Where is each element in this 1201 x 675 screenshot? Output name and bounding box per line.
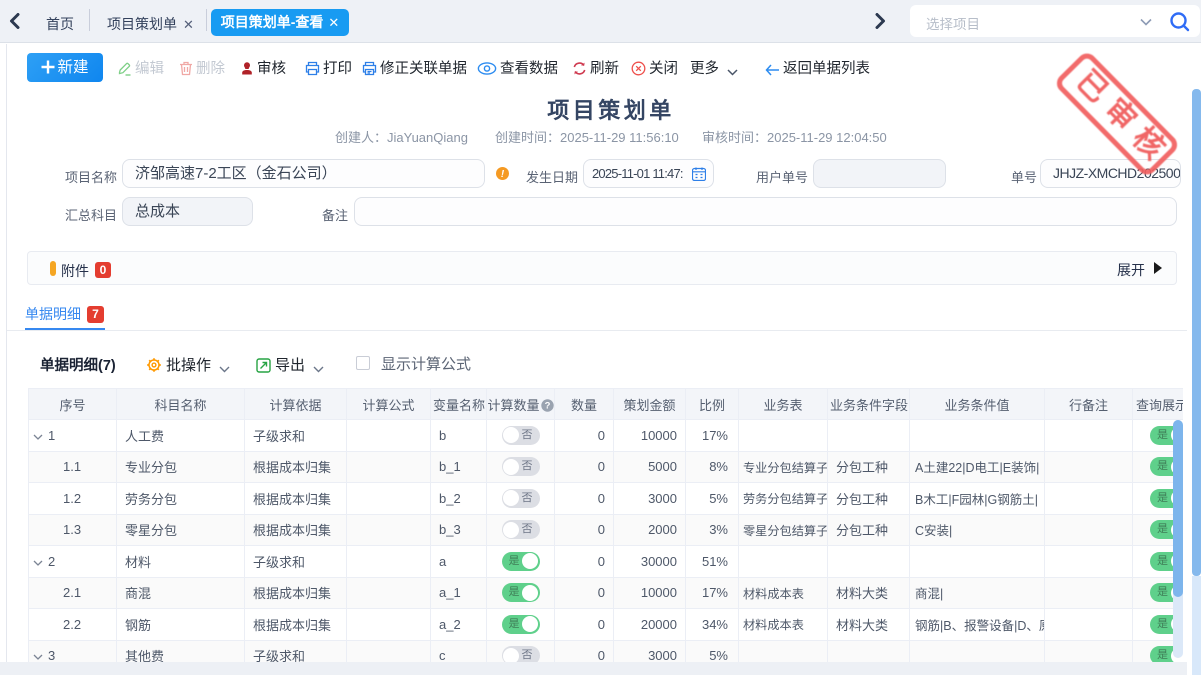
svg-text:?: ? — [544, 401, 550, 412]
